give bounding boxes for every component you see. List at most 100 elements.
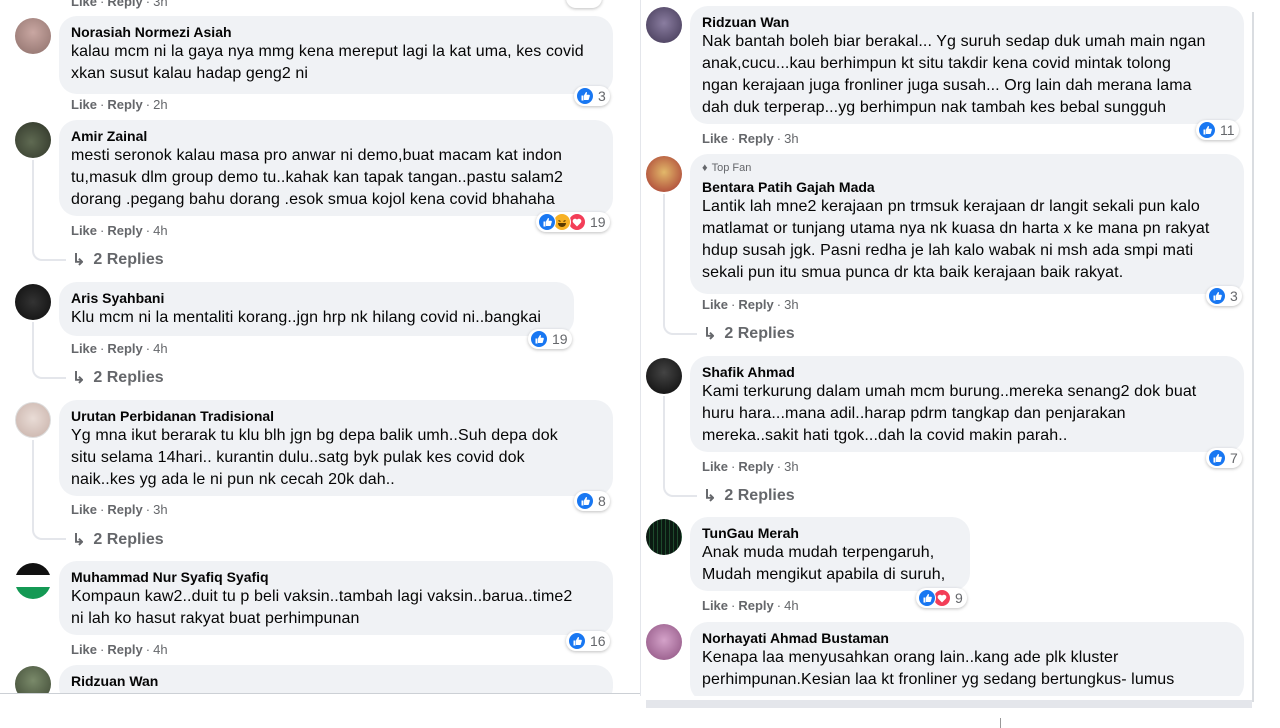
like-link[interactable]: Like — [71, 341, 97, 356]
comment-text: Anak muda mudah terpengaruh, Mudah mengi… — [702, 544, 946, 583]
reaction-badge[interactable]: 3 — [1206, 286, 1242, 306]
reply-link[interactable]: Reply — [107, 0, 142, 9]
reply-link[interactable]: Reply — [738, 131, 773, 146]
comment-actions: Like · Reply · 4h — [71, 223, 168, 238]
comment-bubble: Muhammad Nur Syafiq Syafiq Kompaun kaw2.… — [59, 561, 613, 635]
avatar[interactable] — [646, 358, 682, 394]
reaction-badge[interactable]: 11 — [1196, 120, 1239, 140]
avatar[interactable] — [15, 284, 51, 320]
comment-actions: Like · Reply · 4h — [71, 341, 168, 356]
comment-bubble: Urutan Perbidanan Tradisional Yg mna iku… — [59, 400, 613, 496]
like-link[interactable]: Like — [71, 97, 97, 112]
commenter-name[interactable]: Urutan Perbidanan Tradisional — [71, 407, 601, 425]
commenter-name[interactable]: Muhammad Nur Syafiq Syafiq — [71, 568, 601, 586]
commenter-name[interactable]: Bentara Patih Gajah Mada — [702, 178, 1232, 196]
avatar[interactable] — [646, 519, 682, 555]
reply-arrow-icon: ↳ — [72, 532, 86, 549]
commenter-name[interactable]: Ridzuan Wan — [702, 13, 1232, 31]
top-fan-badge: ♦ Top Fan — [702, 161, 1232, 175]
avatar[interactable] — [15, 563, 51, 599]
view-replies-button[interactable]: ↳ 2 Replies — [703, 324, 795, 344]
reaction-badge[interactable]: 3 — [574, 86, 610, 106]
horizontal-scrollbar[interactable] — [646, 700, 1252, 708]
commenter-name[interactable]: Aris Syahbani — [71, 289, 562, 307]
replies-label: 2 Replies — [724, 325, 795, 342]
reply-link[interactable]: Reply — [107, 502, 142, 517]
right-comment-column: Ridzuan Wan Nak bantah boleh biar beraka… — [640, 0, 1280, 728]
avatar[interactable] — [15, 18, 51, 54]
reply-link[interactable]: Reply — [738, 459, 773, 474]
commenter-name[interactable]: Norasiah Normezi Asiah — [71, 23, 601, 41]
reply-link[interactable]: Reply — [738, 598, 773, 613]
reply-link[interactable]: Reply — [107, 223, 142, 238]
comment-actions: Like · Reply · 2h — [71, 97, 168, 112]
reply-arrow-icon: ↳ — [72, 252, 86, 269]
like-link[interactable]: Like — [702, 598, 728, 613]
timestamp: 3h — [784, 459, 799, 474]
reply-link[interactable]: Reply — [107, 642, 142, 657]
timestamp: 4h — [784, 598, 799, 613]
comment-actions: Like · Reply · 4h — [702, 598, 799, 613]
avatar[interactable] — [646, 624, 682, 660]
reaction-count: 8 — [598, 493, 606, 509]
reaction-badge[interactable] — [566, 0, 602, 8]
timestamp: 4h — [153, 223, 168, 238]
vertical-scrollbar[interactable] — [1252, 12, 1254, 702]
like-icon — [1208, 287, 1226, 305]
like-icon — [576, 87, 594, 105]
left-comment-column: Like · Reply · 3h Norasiah Normezi Asiah kal… — [0, 0, 640, 728]
commenter-name[interactable]: Amir Zainal — [71, 127, 601, 145]
reaction-badge[interactable]: 9 — [916, 588, 967, 608]
comment-text: mesti seronok kalau masa pro anwar ni de… — [71, 147, 564, 208]
reply-link[interactable]: Reply — [738, 297, 773, 312]
reply-link[interactable]: Reply — [107, 97, 142, 112]
like-link[interactable]: Like — [71, 502, 97, 517]
reaction-badge[interactable]: 7 — [1206, 448, 1242, 468]
like-icon — [576, 492, 594, 510]
avatar[interactable] — [646, 156, 682, 192]
view-replies-button[interactable]: ↳ 2 Replies — [72, 250, 164, 270]
comment-actions: Like · Reply · 4h — [71, 642, 168, 657]
commenter-name[interactable]: TunGau Merah — [702, 524, 958, 542]
timestamp: 4h — [153, 341, 168, 356]
replies-label: 2 Replies — [724, 487, 795, 504]
replies-label: 2 Replies — [93, 531, 164, 548]
comment-text: kalau mcm ni la gaya nya mmg kena merepu… — [71, 43, 584, 82]
comment-text: Kenapa laa menyusahkan orang lain..kang … — [702, 649, 1175, 688]
like-link[interactable]: Like — [71, 223, 97, 238]
like-link[interactable]: Like — [702, 297, 728, 312]
commenter-name[interactable]: Shafik Ahmad — [702, 363, 1232, 381]
avatar[interactable] — [15, 402, 51, 438]
reaction-badge[interactable]: 8 — [574, 491, 610, 511]
reaction-count: 19 — [590, 214, 606, 230]
view-replies-button[interactable]: ↳ 2 Replies — [72, 530, 164, 550]
like-link[interactable]: Like — [702, 131, 728, 146]
reaction-badge[interactable]: 16 — [566, 631, 610, 651]
view-replies-button[interactable]: ↳ 2 Replies — [72, 368, 164, 388]
timestamp: 4h — [153, 642, 168, 657]
view-replies-button[interactable]: ↳ 2 Replies — [703, 486, 795, 506]
avatar[interactable] — [646, 7, 682, 43]
timestamp: 2h — [153, 97, 168, 112]
like-icon — [1198, 121, 1216, 139]
comment-bubble: Shafik Ahmad Kami terkurung dalam umah m… — [690, 356, 1244, 452]
reply-arrow-icon: ↳ — [72, 370, 86, 387]
like-link[interactable]: Like — [702, 459, 728, 474]
avatar[interactable] — [15, 122, 51, 158]
comment-bubble: Aris Syahbani Klu mcm ni la mentaliti ko… — [59, 282, 574, 336]
reaction-count: 3 — [598, 88, 606, 104]
top-fan-label: Top Fan — [711, 162, 752, 174]
commenter-name[interactable]: Norhayati Ahmad Bustaman — [702, 629, 1232, 647]
timestamp: 3h — [784, 297, 799, 312]
like-link[interactable]: Like — [71, 0, 97, 9]
reply-link[interactable]: Reply — [107, 341, 142, 356]
like-icon — [918, 589, 936, 607]
reaction-badge[interactable]: 19 — [528, 329, 572, 349]
commenter-name[interactable]: Ridzuan Wan — [71, 672, 601, 690]
like-icon — [538, 213, 556, 231]
comment-actions: Like · Reply · 3h — [702, 297, 799, 312]
reaction-badge[interactable]: 19 — [536, 212, 610, 232]
like-link[interactable]: Like — [71, 642, 97, 657]
replies-label: 2 Replies — [93, 369, 164, 386]
comment-actions: Like · Reply · 3h — [702, 459, 799, 474]
